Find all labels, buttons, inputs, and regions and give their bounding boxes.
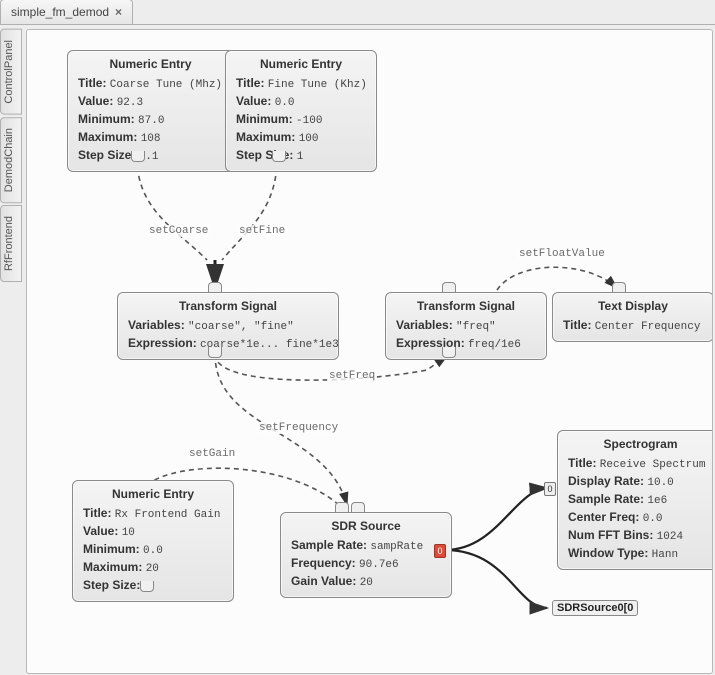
block-title: SDR Source xyxy=(291,519,441,533)
block-title: Numeric Entry xyxy=(83,487,223,501)
output-port[interactable]: 0 xyxy=(434,544,446,558)
block-numeric-entry-coarse[interactable]: Numeric Entry Title: Coarse Tune (Mhz) V… xyxy=(67,50,234,172)
port-stub[interactable] xyxy=(272,151,286,162)
tab-title: simple_fm_demod xyxy=(11,5,109,19)
block-spectrogram[interactable]: Spectrogram Title: Receive Spectrum Disp… xyxy=(557,430,713,570)
side-tabs: ControlPanel DemodChain RfFrontend xyxy=(0,29,22,282)
edge-label-setfrequency: setFrequency xyxy=(257,422,340,434)
block-title: Transform Signal xyxy=(128,299,328,313)
block-transform-signal-1[interactable]: Transform Signal Variables: "coarse", "f… xyxy=(117,292,339,360)
block-transform-signal-2[interactable]: Transform Signal Variables: "freq" Expre… xyxy=(385,292,547,360)
block-title: Numeric Entry xyxy=(236,57,366,71)
side-tab-demodchain[interactable]: DemodChain xyxy=(0,117,22,203)
input-port[interactable]: 0 xyxy=(544,482,556,496)
block-text-display[interactable]: Text Display Title: Center Frequency xyxy=(552,292,713,342)
edge-label-setfreq: setFreq xyxy=(327,370,377,382)
block-title: Transform Signal xyxy=(396,299,536,313)
block-title: Text Display xyxy=(563,299,703,313)
tab-bar: simple_fm_demod × xyxy=(0,0,715,25)
tab-simple-fm-demod[interactable]: simple_fm_demod × xyxy=(0,0,133,24)
port-stub[interactable] xyxy=(208,347,222,358)
endpoint-sdrsource0[interactable]: SDRSource0[0 xyxy=(552,600,638,616)
port-stub[interactable] xyxy=(442,347,456,358)
side-tab-rffrontend[interactable]: RfFrontend xyxy=(0,205,22,282)
port-stub[interactable] xyxy=(140,581,154,592)
block-title: Spectrogram xyxy=(568,437,713,451)
port-stub[interactable] xyxy=(131,151,145,162)
side-tab-controlpanel[interactable]: ControlPanel xyxy=(0,29,22,115)
block-numeric-entry-fine[interactable]: Numeric Entry Title: Fine Tune (Khz) Val… xyxy=(225,50,377,172)
edge-label-setfine: setFine xyxy=(237,225,287,237)
edge-label-setgain: setGain xyxy=(187,448,237,460)
block-title: Numeric Entry xyxy=(78,57,223,71)
block-sdr-source[interactable]: SDR Source Sample Rate: sampRate Frequen… xyxy=(280,512,452,598)
edge-label-setcoarse: setCoarse xyxy=(147,225,210,237)
main-area: ControlPanel DemodChain RfFrontend xyxy=(0,25,715,675)
flowgraph-canvas[interactable]: Numeric Entry Title: Coarse Tune (Mhz) V… xyxy=(26,29,713,674)
close-icon[interactable]: × xyxy=(115,5,122,19)
edge-label-setfloatvalue: setFloatValue xyxy=(517,248,607,260)
